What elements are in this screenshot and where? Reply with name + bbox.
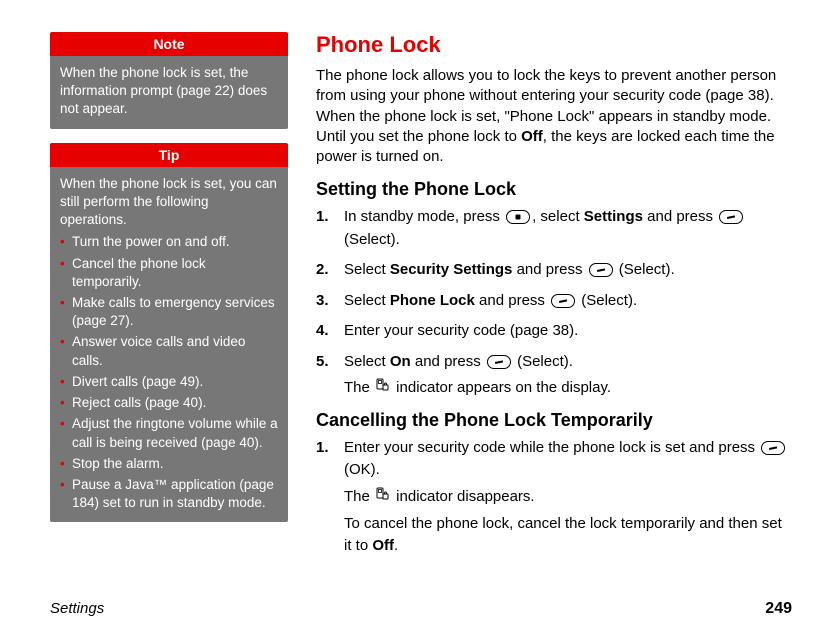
step-text: , select (532, 208, 584, 225)
step-item: Enter your security code (page 38). (316, 320, 792, 343)
step-sub-text: . (394, 537, 398, 554)
tip-intro: When the phone lock is set, you can stil… (60, 175, 278, 230)
page: Note When the phone lock is set, the inf… (0, 0, 832, 638)
step-text: (OK). (344, 461, 380, 478)
center-key-icon (506, 210, 530, 224)
step-text: (Select). (577, 292, 637, 309)
softkey-icon (589, 263, 613, 277)
step-text: (Select). (513, 353, 573, 370)
sidebar: Note When the phone lock is set, the inf… (50, 32, 288, 566)
step-bold: Settings (584, 208, 643, 225)
tip-box: Tip When the phone lock is set, you can … (50, 143, 288, 523)
step-sub-post: indicator appears on the display. (392, 379, 611, 396)
step-subtext: The indicator disappears. (344, 486, 792, 509)
tip-item: Adjust the ringtone volume while a call … (60, 415, 278, 451)
step-text: (Select). (615, 261, 675, 278)
page-footer: Settings 249 (50, 600, 792, 618)
step-item: Select Security Settings and press (Sele… (316, 259, 792, 282)
tip-item: Turn the power on and off. (60, 233, 278, 251)
main-content: Phone Lock The phone lock allows you to … (316, 32, 792, 566)
tip-item: Cancel the phone lock temporarily. (60, 255, 278, 291)
step-text: Select (344, 292, 390, 309)
step-sub-pre: The (344, 379, 374, 396)
footer-page-number: 249 (765, 600, 792, 618)
step-bold: Phone Lock (390, 292, 475, 309)
step-text: (Select). (344, 231, 400, 248)
step-text: In standby mode, press (344, 208, 504, 225)
intro-paragraph: The phone lock allows you to lock the ke… (316, 66, 792, 167)
step-text: Select (344, 353, 390, 370)
tip-item: Pause a Java™ application (page 184) set… (60, 476, 278, 512)
tip-item: Divert calls (page 49). (60, 373, 278, 391)
step-text: and press (643, 208, 717, 225)
steps-list-cancel: Enter your security code while the phone… (316, 437, 792, 558)
step-text: and press (512, 261, 586, 278)
tip-header: Tip (50, 143, 288, 167)
tip-item: Answer voice calls and video calls. (60, 333, 278, 369)
step-sub-pre: The (344, 488, 374, 505)
section-heading-cancel: Cancelling the Phone Lock Temporarily (316, 410, 792, 431)
step-sub-post: indicator disappears. (392, 488, 535, 505)
step-text: Enter your security code while the phone… (344, 439, 759, 456)
step-item: In standby mode, press , select Settings… (316, 206, 792, 251)
step-bold: Security Settings (390, 261, 513, 278)
step-item: Enter your security code while the phone… (316, 437, 792, 558)
tip-list: Turn the power on and off. Cancel the ph… (60, 233, 278, 512)
page-title: Phone Lock (316, 32, 792, 58)
step-item: Select Phone Lock and press (Select). (316, 290, 792, 313)
softkey-icon (761, 441, 785, 455)
softkey-icon (551, 294, 575, 308)
step-text: Select (344, 261, 390, 278)
step-subtext: The indicator appears on the display. (344, 377, 792, 400)
phone-lock-indicator-icon (376, 486, 390, 509)
note-header: Note (50, 32, 288, 56)
step-text: and press (475, 292, 549, 309)
tip-body: When the phone lock is set, you can stil… (50, 167, 288, 523)
softkey-icon (719, 210, 743, 224)
tip-item: Stop the alarm. (60, 455, 278, 473)
content-columns: Note When the phone lock is set, the inf… (50, 32, 792, 566)
intro-off: Off (521, 128, 543, 145)
tip-item: Reject calls (page 40). (60, 394, 278, 412)
note-body: When the phone lock is set, the informat… (50, 56, 288, 129)
step-subtext: To cancel the phone lock, cancel the loc… (344, 513, 792, 558)
step-sub-bold: Off (372, 537, 394, 554)
footer-chapter: Settings (50, 600, 104, 618)
step-sub-text: To cancel the phone lock, cancel the loc… (344, 515, 782, 555)
section-heading-setting: Setting the Phone Lock (316, 179, 792, 200)
tip-item: Make calls to emergency services (page 2… (60, 294, 278, 330)
softkey-icon (487, 355, 511, 369)
steps-list-setting: In standby mode, press , select Settings… (316, 206, 792, 400)
step-bold: On (390, 353, 411, 370)
note-box: Note When the phone lock is set, the inf… (50, 32, 288, 129)
phone-lock-indicator-icon (376, 377, 390, 400)
step-item: Select On and press (Select). The indica… (316, 351, 792, 400)
step-text: and press (411, 353, 485, 370)
step-text: Enter your security code (page 38). (344, 322, 578, 339)
